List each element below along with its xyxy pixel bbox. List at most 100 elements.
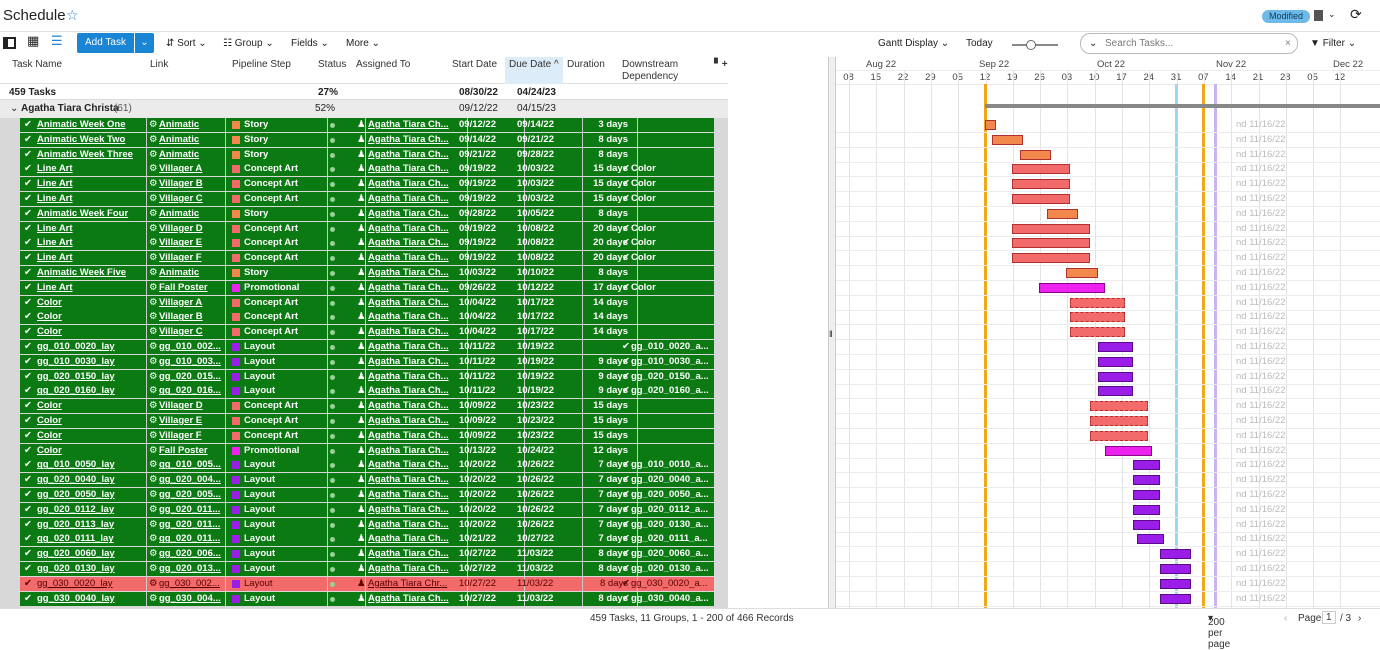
duration-cell[interactable]: 20 days bbox=[580, 252, 628, 263]
task-name-link[interactable]: Color bbox=[37, 445, 142, 456]
duration-cell[interactable]: 3 days bbox=[580, 119, 628, 130]
gantt-task-bar[interactable] bbox=[1090, 416, 1149, 426]
table-row[interactable]: ✔Line Art⚙Villager BConcept Art♟Agatha T… bbox=[20, 177, 714, 191]
gantt-task-bar[interactable] bbox=[992, 135, 1023, 145]
table-row[interactable]: ✔Color⚙Villager EConcept Art♟Agatha Tiar… bbox=[20, 414, 714, 428]
split-handle[interactable]: ‖ bbox=[828, 57, 836, 608]
row-checkbox-icon[interactable]: ✔ bbox=[24, 356, 32, 367]
gantt-task-bar[interactable] bbox=[1098, 342, 1133, 352]
duration-cell[interactable]: 7 days bbox=[580, 489, 628, 500]
downstream-link[interactable]: gg_020_0150_a... bbox=[631, 371, 713, 382]
row-checkbox-icon[interactable]: ✔ bbox=[24, 578, 32, 589]
table-row[interactable]: ✔gg_020_0112_lay⚙gg_020_011...Layout♟Aga… bbox=[20, 503, 714, 517]
start-date-cell[interactable]: 09/19/22 bbox=[459, 178, 496, 189]
gantt-task-bar[interactable] bbox=[1105, 446, 1152, 456]
duration-cell[interactable]: 15 days bbox=[580, 430, 628, 441]
assigned-to-link[interactable]: Agatha Tiara Ch... bbox=[368, 548, 464, 559]
downstream-link[interactable]: gg_020_0160_a... bbox=[631, 385, 713, 396]
gantt-task-bar[interactable] bbox=[1098, 357, 1133, 367]
row-checkbox-icon[interactable]: ✔ bbox=[24, 178, 32, 189]
table-row[interactable]: ✔Line Art⚙Villager AConcept Art♟Agatha T… bbox=[20, 162, 714, 176]
entity-link[interactable]: Animatic bbox=[159, 149, 221, 160]
gantt-task-bar[interactable] bbox=[1012, 194, 1071, 204]
entity-link[interactable]: gg_010_003... bbox=[159, 356, 221, 367]
duration-cell[interactable]: 20 days bbox=[580, 237, 628, 248]
status-dot-icon[interactable] bbox=[330, 404, 335, 409]
status-dot-icon[interactable] bbox=[330, 552, 335, 557]
entity-link[interactable]: Villager F bbox=[159, 252, 221, 263]
table-row[interactable]: ✔gg_020_0050_lay⚙gg_020_005...Layout♟Aga… bbox=[20, 488, 714, 502]
col-link[interactable]: Link bbox=[150, 59, 168, 71]
entity-link[interactable]: Villager A bbox=[159, 297, 221, 308]
table-row[interactable]: ✔Color⚙Fall PosterPromotional♟Agatha Tia… bbox=[20, 444, 714, 458]
fields-button[interactable]: Fields ⌄ bbox=[291, 38, 329, 49]
row-checkbox-icon[interactable]: ✔ bbox=[24, 326, 32, 337]
duration-cell[interactable]: 15 days bbox=[580, 193, 628, 204]
col-status[interactable]: Status bbox=[318, 59, 346, 71]
table-row[interactable]: ✔gg_020_0060_lay⚙gg_020_006...Layout♟Aga… bbox=[20, 547, 714, 561]
start-date-cell[interactable]: 09/12/22 bbox=[459, 119, 496, 130]
row-checkbox-icon[interactable]: ✔ bbox=[24, 371, 32, 382]
entity-link[interactable]: Animatic bbox=[159, 208, 221, 219]
duration-cell[interactable]: 14 days bbox=[580, 297, 628, 308]
start-date-cell[interactable]: 10/20/22 bbox=[459, 519, 496, 530]
start-date-cell[interactable]: 09/28/22 bbox=[459, 208, 496, 219]
table-row[interactable]: ✔gg_010_0020_lay⚙gg_010_002...Layout♟Aga… bbox=[20, 340, 714, 354]
status-dot-icon[interactable] bbox=[330, 197, 335, 202]
refresh-icon[interactable]: ⟳ bbox=[1350, 6, 1362, 23]
task-name-link[interactable]: gg_010_0020_lay bbox=[37, 341, 142, 352]
status-dot-icon[interactable] bbox=[330, 315, 335, 320]
table-row[interactable]: ✔gg_020_0130_lay⚙gg_020_013...Layout♟Aga… bbox=[20, 562, 714, 576]
downstream-link[interactable]: gg_020_0130_a... bbox=[631, 519, 713, 530]
row-checkbox-icon[interactable]: ✔ bbox=[24, 430, 32, 441]
duration-cell[interactable]: 8 days bbox=[580, 267, 628, 278]
entity-link[interactable]: gg_020_005... bbox=[159, 489, 221, 500]
duration-cell[interactable]: 8 days bbox=[580, 208, 628, 219]
status-dot-icon[interactable] bbox=[330, 167, 335, 172]
more-button[interactable]: More ⌄ bbox=[346, 38, 380, 49]
table-row[interactable]: ✔Color⚙Villager CConcept Art♟Agatha Tiar… bbox=[20, 325, 714, 339]
status-dot-icon[interactable] bbox=[330, 478, 335, 483]
status-dot-icon[interactable] bbox=[330, 286, 335, 291]
table-row[interactable]: ✔gg_020_0113_lay⚙gg_020_011...Layout♟Aga… bbox=[20, 518, 714, 532]
duration-cell[interactable]: 14 days bbox=[580, 326, 628, 337]
start-date-cell[interactable]: 10/13/22 bbox=[459, 445, 496, 456]
downstream-link[interactable]: gg_020_0130_a... bbox=[631, 563, 713, 574]
row-checkbox-icon[interactable]: ✔ bbox=[24, 459, 32, 470]
due-date-cell[interactable]: 10/08/22 bbox=[517, 237, 554, 248]
table-row[interactable]: ✔Animatic Week Four⚙AnimaticStory♟Agatha… bbox=[20, 207, 714, 221]
assigned-to-link[interactable]: Agatha Tiara Ch... bbox=[368, 593, 464, 604]
gantt-task-bar[interactable] bbox=[1090, 401, 1149, 411]
entity-link[interactable]: Villager B bbox=[159, 178, 221, 189]
status-dot-icon[interactable] bbox=[330, 449, 335, 454]
assigned-to-link[interactable]: Agatha Tiara Ch... bbox=[368, 489, 464, 500]
next-page-icon[interactable]: › bbox=[1358, 613, 1361, 624]
gantt-task-bar[interactable] bbox=[1133, 505, 1160, 515]
assigned-to-link[interactable]: Agatha Tiara Ch... bbox=[368, 341, 464, 352]
duration-cell[interactable]: 8 days bbox=[580, 578, 628, 589]
start-date-cell[interactable]: 10/11/22 bbox=[459, 356, 495, 367]
duration-cell[interactable]: 8 days bbox=[580, 563, 628, 574]
gantt-task-bar[interactable] bbox=[1160, 579, 1191, 589]
col-task-name[interactable]: Task Name bbox=[12, 59, 62, 71]
clear-search-icon[interactable]: × bbox=[1285, 38, 1291, 49]
task-name-link[interactable]: gg_020_0150_lay bbox=[37, 371, 142, 382]
due-date-cell[interactable]: 10/17/22 bbox=[517, 311, 554, 322]
due-date-cell[interactable]: 10/26/22 bbox=[517, 504, 554, 515]
task-name-link[interactable]: Color bbox=[37, 430, 142, 441]
start-date-cell[interactable]: 10/27/22 bbox=[459, 578, 496, 589]
list-view-icon[interactable]: ☰ bbox=[51, 35, 64, 47]
downstream-link[interactable]: Color bbox=[631, 178, 713, 189]
task-name-link[interactable]: Animatic Week Four bbox=[37, 208, 142, 219]
status-dot-icon[interactable] bbox=[330, 123, 335, 128]
duration-cell[interactable]: 9 days bbox=[580, 371, 628, 382]
task-name-link[interactable]: Line Art bbox=[37, 193, 142, 204]
downstream-link[interactable]: Color bbox=[631, 163, 713, 174]
due-date-cell[interactable]: 10/26/22 bbox=[517, 459, 554, 470]
collapse-chevron-icon[interactable]: ⌄ bbox=[10, 103, 18, 114]
start-date-cell[interactable]: 09/21/22 bbox=[459, 149, 496, 160]
duration-cell[interactable]: 14 days bbox=[580, 311, 628, 322]
row-checkbox-icon[interactable]: ✔ bbox=[24, 163, 32, 174]
downstream-link[interactable]: gg_010_0010_a... bbox=[631, 459, 713, 470]
entity-link[interactable]: Villager D bbox=[159, 400, 221, 411]
